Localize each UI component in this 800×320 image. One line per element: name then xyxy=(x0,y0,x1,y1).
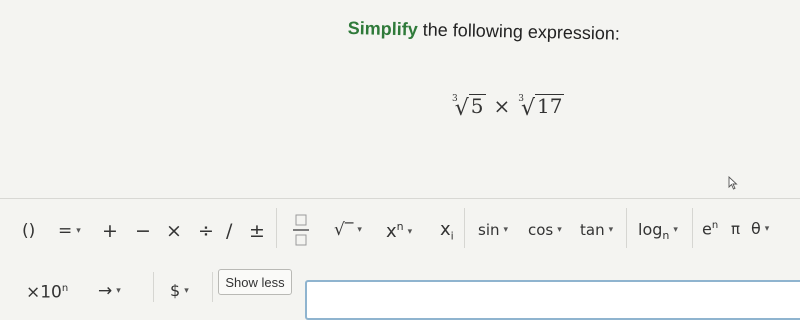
equals-label: = xyxy=(58,221,73,241)
log-base: n xyxy=(662,229,670,243)
question-prompt: Simplify the following expression: xyxy=(348,18,668,46)
sci-exponent: n xyxy=(61,283,69,294)
minus-button[interactable]: − xyxy=(135,222,151,241)
currency-button[interactable]: $ ▾ xyxy=(170,283,189,299)
exponential-button[interactable]: en xyxy=(702,221,718,237)
sin-button[interactable]: sin ▾ xyxy=(478,223,508,238)
right-arrow-icon: → xyxy=(98,281,113,301)
power-base: x xyxy=(386,221,397,242)
toolbar-separator xyxy=(464,208,465,248)
cos-label: cos xyxy=(528,221,554,239)
math-expression: 3 √ 5 × 3 √ 17 xyxy=(452,84,565,120)
exp-exponent: n xyxy=(711,220,719,231)
log-button[interactable]: logn ▾ xyxy=(638,220,678,243)
subscript-button[interactable]: xi xyxy=(440,221,454,242)
cos-button[interactable]: cos ▾ xyxy=(528,223,562,238)
scientific-notation-button[interactable]: ×10n xyxy=(26,284,68,302)
subscript-base: x xyxy=(440,219,451,240)
toolbar-separator xyxy=(692,208,693,248)
subscript-index: i xyxy=(450,229,454,243)
cube-root-term-2: 3 √ 17 xyxy=(518,94,565,120)
show-less-button[interactable]: Show less xyxy=(218,269,292,295)
toolbar-separator xyxy=(276,208,277,248)
answer-input[interactable] xyxy=(305,280,800,320)
square-root-icon: √‾ xyxy=(334,220,354,240)
theta-button[interactable]: θ ▾ xyxy=(751,221,769,237)
chevron-down-icon: ▾ xyxy=(357,224,362,235)
times-button[interactable]: × xyxy=(166,222,182,241)
chevron-down-icon: ▾ xyxy=(557,225,562,235)
toolbar-divider xyxy=(0,198,800,199)
chevron-down-icon: ▾ xyxy=(503,225,509,235)
log-label: log xyxy=(638,220,663,239)
sin-label: sin xyxy=(478,221,500,239)
chevron-down-icon: ▾ xyxy=(116,285,121,296)
plus-minus-button[interactable]: ± xyxy=(249,222,265,241)
chevron-down-icon: ▾ xyxy=(608,225,614,235)
tan-label: tan xyxy=(580,221,605,239)
parentheses-button[interactable]: () xyxy=(22,223,35,240)
arrow-button[interactable]: → ▾ xyxy=(98,283,121,300)
prompt-highlight: Simplify xyxy=(347,18,419,40)
power-button[interactable]: xn ▾ xyxy=(386,221,412,241)
chevron-down-icon: ▾ xyxy=(673,225,678,235)
mouse-cursor-icon xyxy=(728,176,738,190)
radicand: 17 xyxy=(535,94,565,118)
pi-button[interactable]: π xyxy=(731,222,740,237)
exp-base: e xyxy=(702,219,712,239)
multiply-operator: × xyxy=(493,94,511,118)
chevron-down-icon: ▾ xyxy=(184,286,189,296)
sci-times-label: ×10 xyxy=(26,282,62,303)
toolbar-separator xyxy=(626,208,627,248)
theta-label: θ xyxy=(751,219,761,238)
tan-button[interactable]: tan ▾ xyxy=(580,223,613,238)
toolbar-separator xyxy=(212,272,213,302)
radicand: 5 xyxy=(468,94,486,118)
slash-button[interactable]: / xyxy=(226,222,232,241)
chevron-down-icon: ▾ xyxy=(764,224,770,234)
dollar-icon: $ xyxy=(170,281,181,300)
cube-root-term-1: 3 √ 5 xyxy=(452,94,486,120)
plus-button[interactable]: + xyxy=(102,222,118,241)
power-exponent: n xyxy=(396,220,404,233)
equals-button[interactable]: = ▾ xyxy=(58,223,81,240)
chevron-down-icon: ▾ xyxy=(76,225,81,236)
prompt-text: the following expression: xyxy=(417,19,621,44)
divide-button[interactable]: ÷ xyxy=(198,222,214,241)
square-root-button[interactable]: √‾ ▾ xyxy=(334,222,362,239)
toolbar-separator xyxy=(153,272,154,302)
chevron-down-icon: ▾ xyxy=(407,226,413,237)
fraction-icon[interactable] xyxy=(293,213,309,247)
root-index: 3 xyxy=(518,94,524,104)
root-index: 3 xyxy=(452,94,458,104)
